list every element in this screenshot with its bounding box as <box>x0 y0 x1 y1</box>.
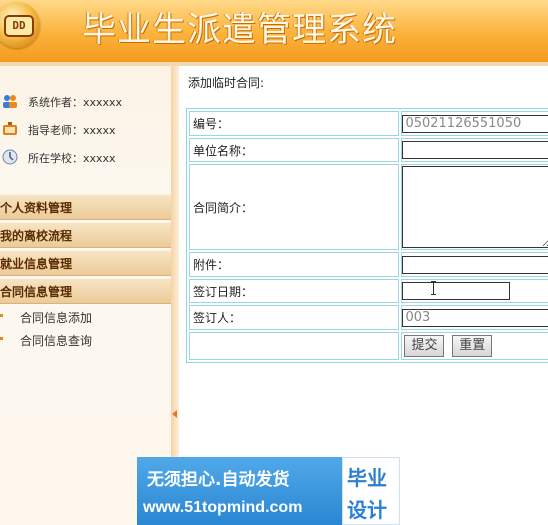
system-title: 毕业生派遣管理系统 <box>82 10 397 50</box>
submenu-contract-add[interactable]: 合同信息添加 <box>0 308 165 326</box>
company-label: 单位名称： <box>189 138 400 162</box>
summary-label: 合同简介： <box>189 164 400 250</box>
signer-label: 签订人： <box>189 305 400 330</box>
app-header: DD 毕业生派遣管理系统 <box>0 0 548 62</box>
signer-field[interactable] <box>402 308 548 327</box>
menu-profile[interactable]: 个人资料管理 <box>0 194 171 220</box>
submit-button[interactable]: 提交 <box>404 335 445 357</box>
users-icon <box>3 95 17 108</box>
date-label: 签订日期： <box>189 279 400 303</box>
watermark-side-1: 毕业 <box>347 466 387 490</box>
number-field[interactable] <box>402 114 548 133</box>
info-school-value: xxxxx <box>83 152 116 165</box>
submenu-contract-query-label: 合同信息查询 <box>20 334 93 348</box>
info-author-value: xxxxxx <box>83 96 123 109</box>
contract-form: 编号： 单位名称： 合同简介： 附件： 签订日期： 签订人： 提交 重置 <box>186 108 548 363</box>
text-cursor-icon <box>431 281 436 295</box>
menu-employment[interactable]: 就业信息管理 <box>0 250 171 276</box>
bullet-icon <box>0 314 3 317</box>
collapse-arrow-icon[interactable] <box>172 410 177 418</box>
submenu-contract-add-label: 合同信息添加 <box>20 311 93 325</box>
company-field[interactable] <box>402 141 548 159</box>
school-icon <box>2 149 18 165</box>
teacher-icon <box>3 122 17 135</box>
watermark-banner: 无须担心.自动发货 www.51topmind.com 毕业 设计 <box>137 457 400 525</box>
info-school-label: 所在学校： <box>28 152 83 165</box>
logo-mark: DD <box>4 15 34 37</box>
attachment-label: 附件： <box>189 252 400 277</box>
watermark-slogan: 无须担心.自动发货 <box>147 470 290 490</box>
bullet-icon <box>0 337 3 340</box>
number-label: 编号： <box>189 111 400 136</box>
menu-profile-label: 个人资料管理 <box>0 201 73 215</box>
watermark-url: www.51topmind.com <box>143 499 303 516</box>
summary-textarea[interactable] <box>402 166 548 248</box>
submenu-contract-query[interactable]: 合同信息查询 <box>0 331 165 349</box>
menu-contract-label: 合同信息管理 <box>0 285 73 299</box>
info-author-label: 系统作者： <box>28 96 83 109</box>
date-field[interactable] <box>402 282 511 300</box>
logo: DD <box>0 2 40 48</box>
empty-cell <box>189 332 400 360</box>
watermark-side-2: 设计 <box>347 498 387 522</box>
menu-contract[interactable]: 合同信息管理 <box>0 278 171 304</box>
menu-leave-process-label: 我的离校流程 <box>0 229 73 243</box>
info-teacher-value: xxxxx <box>83 124 116 137</box>
reset-button[interactable]: 重置 <box>452 335 493 357</box>
menu-leave-process[interactable]: 我的离校流程 <box>0 222 171 248</box>
attachment-field[interactable] <box>402 255 548 274</box>
info-teacher-label: 指导老师： <box>28 124 83 137</box>
page-title: 添加临时合同: <box>188 76 265 90</box>
menu-employment-label: 就业信息管理 <box>0 257 73 271</box>
